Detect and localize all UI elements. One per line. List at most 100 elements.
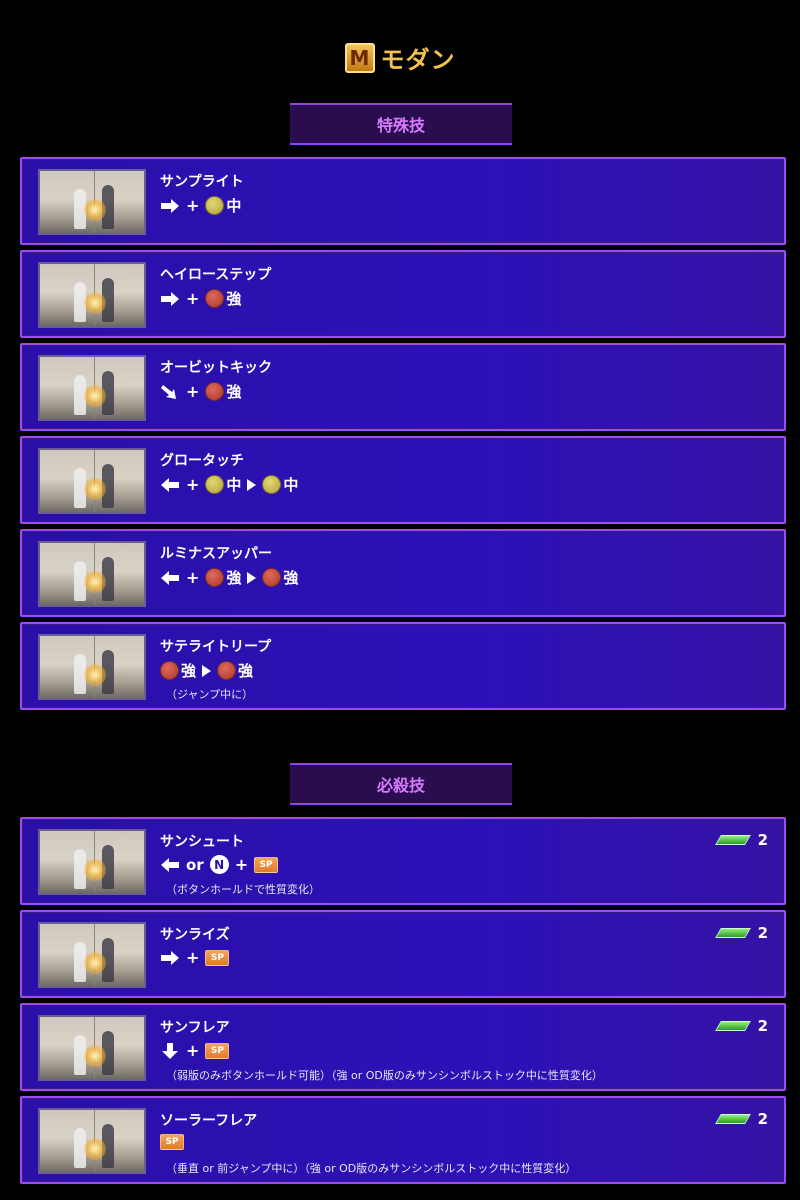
strength-label: 強 (226, 290, 242, 308)
move-command: + 中 中 (160, 474, 298, 495)
move-note: （弱版のみボタンホールド可能）（強 or OD版のみサンシンボルストック中に性質… (166, 1069, 603, 1082)
sp-button-icon: SP (205, 949, 230, 966)
arrow-down-icon (162, 1042, 178, 1059)
move-card[interactable]: サンプライト + 中 (20, 157, 786, 245)
plus-sign: + (186, 568, 200, 587)
plus-sign: + (186, 948, 200, 967)
medium-button-icon (205, 475, 225, 494)
move-card[interactable]: オービットキック + 強 (20, 343, 786, 431)
drive-gauge: 2 (714, 831, 768, 849)
move-card[interactable]: サンライズ + SP 2 (20, 910, 786, 998)
move-thumbnail (38, 355, 146, 421)
strength-label: 強 (238, 662, 254, 680)
super-moves-list: サンシュート or N + SP （ボタンホールドで性質変化） 2 サンライズ … (20, 817, 786, 1189)
move-card[interactable]: サテライトリープ 強 強 （ジャンプ中に） (20, 622, 786, 710)
move-card[interactable]: グロータッチ + 中 中 (20, 436, 786, 524)
drive-gauge: 2 (714, 1017, 768, 1035)
move-name: サンライズ (160, 927, 230, 943)
move-name: サンシュート (160, 834, 244, 850)
move-name: ソーラーフレア (160, 1113, 258, 1129)
move-command: + SP (160, 1041, 230, 1060)
move-name: サンフレア (160, 1020, 230, 1036)
move-name: グロータッチ (160, 453, 244, 469)
then-arrow-icon (202, 664, 212, 677)
arrow-left-icon (161, 477, 179, 492)
section-header-special: 特殊技 (290, 103, 512, 145)
plus-sign: + (234, 855, 249, 874)
move-name: ヘイローステップ (160, 267, 272, 283)
medium-button-icon (205, 196, 225, 215)
move-command: + 強 (160, 288, 241, 309)
drive-gauge-cost: 2 (757, 831, 768, 849)
move-card[interactable]: ルミナスアッパー + 強 強 (20, 529, 786, 617)
arrow-right-icon (161, 950, 179, 965)
strength-label: 強 (226, 569, 242, 587)
move-name: ルミナスアッパー (160, 546, 272, 562)
then-arrow-icon (247, 478, 257, 491)
plus-sign: + (186, 289, 200, 308)
move-card[interactable]: サンフレア + SP （弱版のみボタンホールド可能）（強 or OD版のみサンシ… (20, 1003, 786, 1091)
move-command: + 強 (160, 381, 241, 402)
move-command: 強 強 (160, 660, 253, 681)
strength-label: 強 (181, 662, 197, 680)
heavy-button-icon (160, 661, 179, 680)
section-header-super: 必殺技 (290, 763, 512, 805)
move-thumbnail (38, 541, 146, 607)
strength-label: 中 (226, 476, 242, 494)
move-name: サテライトリープ (160, 639, 272, 655)
sp-button-icon: SP (205, 1042, 230, 1059)
drive-gauge-cost: 2 (757, 1017, 768, 1035)
modern-mode-icon: M (344, 42, 375, 73)
move-name: サンプライト (160, 174, 244, 190)
move-command: SP (160, 1134, 184, 1150)
heavy-button-icon (205, 382, 225, 401)
move-card[interactable]: ソーラーフレア SP （垂直 or 前ジャンプ中に）（強 or OD版のみサンシ… (20, 1096, 786, 1184)
arrow-left-icon (161, 857, 179, 872)
plus-sign: + (186, 1041, 200, 1060)
then-arrow-icon (247, 571, 257, 584)
sp-button-icon: SP (254, 856, 279, 873)
plus-sign: + (186, 196, 200, 215)
arrow-right-icon (161, 291, 179, 306)
neutral-icon: N (209, 855, 229, 874)
medium-button-icon (262, 475, 282, 494)
mode-title: モダン (380, 46, 456, 74)
move-command: or N + SP (160, 855, 279, 874)
drive-gauge-cost: 2 (757, 924, 768, 942)
arrow-down-right-icon (161, 384, 176, 399)
heavy-button-icon (262, 568, 282, 587)
heavy-button-icon (205, 568, 225, 587)
strength-label: 強 (226, 383, 242, 401)
move-command: + SP (160, 948, 230, 967)
drive-gauge-icon (714, 928, 751, 938)
move-thumbnail (38, 1108, 146, 1174)
strength-label: 中 (226, 197, 242, 215)
move-command: + 中 (160, 195, 241, 216)
heavy-button-icon (205, 289, 225, 308)
drive-gauge-icon (714, 835, 751, 845)
move-thumbnail (38, 1015, 146, 1081)
drive-gauge-icon (714, 1114, 751, 1124)
sp-button-icon: SP (160, 1134, 184, 1150)
strength-label: 中 (283, 476, 299, 494)
move-thumbnail (38, 634, 146, 700)
mode-header: M モダン (0, 40, 800, 75)
move-card[interactable]: ヘイローステップ + 強 (20, 250, 786, 338)
drive-gauge-icon (714, 1021, 751, 1031)
plus-sign: + (186, 475, 200, 494)
or-label: or (186, 855, 204, 874)
move-command: + 強 強 (160, 567, 298, 588)
heavy-button-icon (217, 661, 237, 680)
plus-sign: + (186, 382, 200, 401)
drive-gauge: 2 (714, 1110, 768, 1128)
drive-gauge-cost: 2 (757, 1110, 768, 1128)
move-note: （垂直 or 前ジャンプ中に）（強 or OD版のみサンシンボルストック中に性質… (166, 1162, 577, 1175)
move-note: （ジャンプ中に） (166, 688, 254, 701)
move-thumbnail (38, 262, 146, 328)
arrow-right-icon (161, 198, 179, 213)
move-thumbnail (38, 448, 146, 514)
move-name: オービットキック (160, 360, 272, 376)
move-thumbnail (38, 169, 146, 235)
move-card[interactable]: サンシュート or N + SP （ボタンホールドで性質変化） 2 (20, 817, 786, 905)
strength-label: 強 (283, 569, 299, 587)
